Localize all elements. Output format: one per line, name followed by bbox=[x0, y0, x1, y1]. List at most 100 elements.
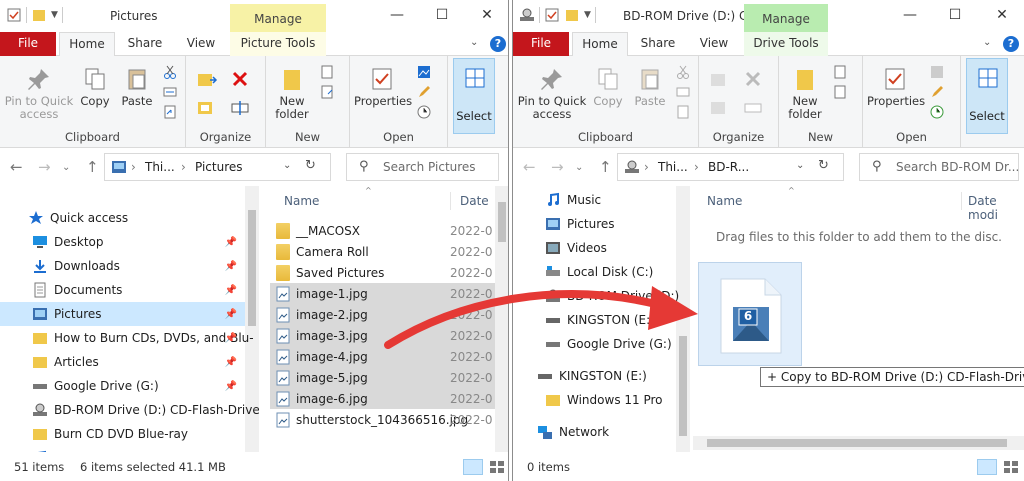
column-name[interactable]: Name bbox=[284, 194, 319, 208]
qat-dropdown-icon[interactable]: ▼ bbox=[51, 10, 58, 20]
history-icon[interactable] bbox=[929, 104, 945, 120]
tab-picture-tools[interactable]: Picture Tools bbox=[230, 32, 326, 56]
address-dropdown-icon[interactable]: ⌄ bbox=[283, 160, 291, 171]
move-to-icon[interactable] bbox=[196, 70, 218, 90]
pin-icon[interactable]: 📌 bbox=[225, 309, 237, 320]
large-icons-view-icon[interactable] bbox=[487, 459, 507, 475]
close-icon[interactable]: ✕ bbox=[478, 6, 496, 24]
properties-button[interactable]: Properties bbox=[867, 66, 925, 108]
copy-path-icon[interactable] bbox=[675, 84, 691, 100]
pin-to-quick-access-button[interactable]: Pin to Quick access bbox=[4, 66, 74, 121]
pin-icon[interactable]: 📌 bbox=[225, 285, 237, 296]
nav-item[interactable]: Google Drive (G:) 📌 bbox=[0, 374, 245, 398]
up-icon[interactable]: ↑ bbox=[599, 158, 612, 176]
cut-icon[interactable] bbox=[675, 64, 691, 80]
delete-icon[interactable] bbox=[743, 70, 765, 90]
new-folder-button[interactable]: New folder bbox=[785, 66, 825, 121]
file-row[interactable]: image-2.jpg 2022-0 bbox=[270, 304, 495, 325]
rename-icon[interactable] bbox=[743, 98, 765, 118]
forward-icon[interactable]: → bbox=[38, 158, 51, 176]
up-icon[interactable]: ↑ bbox=[86, 158, 99, 176]
easy-access-icon[interactable] bbox=[320, 84, 336, 100]
nav-item[interactable]: Videos bbox=[513, 236, 679, 260]
maximize-icon[interactable]: ☐ bbox=[433, 6, 451, 24]
tab-view[interactable]: View bbox=[176, 32, 226, 56]
properties-button[interactable]: Properties bbox=[354, 66, 412, 108]
delete-icon[interactable] bbox=[230, 70, 252, 90]
nav-item[interactable]: Music bbox=[513, 188, 679, 212]
manage-context-tab[interactable]: Manage bbox=[230, 4, 326, 32]
nav-item[interactable]: KINGSTON (E:) bbox=[513, 364, 679, 388]
help-icon[interactable]: ? bbox=[1003, 36, 1019, 52]
help-icon[interactable]: ? bbox=[490, 36, 506, 52]
minimize-icon[interactable]: — bbox=[901, 6, 919, 24]
address-dropdown-icon[interactable]: ⌄ bbox=[796, 160, 804, 171]
column-date[interactable]: Date bbox=[460, 194, 489, 208]
history-icon[interactable] bbox=[416, 104, 432, 120]
copy-to-icon[interactable] bbox=[196, 98, 218, 118]
open-icon[interactable] bbox=[929, 64, 945, 80]
details-view-icon[interactable] bbox=[977, 459, 997, 475]
select-button[interactable]: Select bbox=[966, 58, 1008, 134]
tab-drive-tools[interactable]: Drive Tools bbox=[744, 32, 828, 56]
recent-locations-icon[interactable]: ⌄ bbox=[62, 162, 70, 173]
select-button[interactable]: Select bbox=[453, 58, 495, 134]
close-icon[interactable]: ✕ bbox=[993, 6, 1011, 24]
crumb-this-pc[interactable]: Thi... bbox=[658, 160, 688, 174]
nav-item[interactable]: Music bbox=[0, 446, 245, 452]
tab-share[interactable]: Share bbox=[633, 32, 683, 56]
horizontal-scrollbar[interactable] bbox=[693, 436, 1024, 450]
tab-view[interactable]: View bbox=[689, 32, 739, 56]
details-view-icon[interactable] bbox=[463, 459, 483, 475]
nav-item[interactable]: BD-ROM Drive (D:) CD-Flash-Drive bbox=[0, 398, 259, 422]
nav-item[interactable]: KINGSTON (E:) bbox=[513, 308, 679, 332]
file-row[interactable]: shutterstock_104366516.jpg 2022-0 bbox=[270, 409, 495, 430]
refresh-icon[interactable]: ↻ bbox=[305, 158, 316, 173]
file-row[interactable]: image-6.jpg 2022-0 bbox=[270, 388, 495, 409]
nav-item[interactable]: BD-ROM Drive (D:) bbox=[513, 284, 679, 308]
large-icons-view-icon[interactable] bbox=[1001, 459, 1021, 475]
nav-item[interactable]: Desktop 📌 bbox=[0, 230, 245, 254]
nav-item[interactable]: Burn CD DVD Blue-ray bbox=[0, 422, 245, 446]
pin-icon[interactable]: 📌 bbox=[225, 357, 237, 368]
tab-home[interactable]: Home bbox=[572, 32, 628, 57]
tab-share[interactable]: Share bbox=[120, 32, 170, 56]
copy-path-icon[interactable] bbox=[162, 84, 178, 100]
tab-home[interactable]: Home bbox=[59, 32, 115, 57]
new-item-icon[interactable] bbox=[833, 64, 849, 80]
properties-icon[interactable] bbox=[6, 7, 22, 23]
rename-icon[interactable] bbox=[230, 98, 252, 118]
tab-file[interactable]: File bbox=[513, 32, 569, 56]
back-icon[interactable]: ← bbox=[523, 158, 536, 176]
paste-shortcut-icon[interactable] bbox=[675, 104, 691, 120]
file-row[interactable]: __MACOSX 2022-0 bbox=[270, 220, 495, 241]
file-scrollbar[interactable] bbox=[495, 186, 508, 452]
tab-file[interactable]: File bbox=[0, 32, 56, 56]
paste-shortcut-icon[interactable] bbox=[162, 104, 178, 120]
pin-to-quick-access-button[interactable]: Pin to Quick access bbox=[517, 66, 587, 121]
refresh-icon[interactable]: ↻ bbox=[818, 158, 829, 173]
file-row[interactable]: image-5.jpg 2022-0 bbox=[270, 367, 495, 388]
nav-item[interactable]: Downloads 📌 bbox=[0, 254, 245, 278]
column-date[interactable]: Date modi bbox=[968, 194, 1024, 222]
nav-item[interactable]: Network bbox=[513, 420, 679, 444]
forward-icon[interactable]: → bbox=[551, 158, 564, 176]
paste-button[interactable]: Paste bbox=[631, 66, 669, 108]
pin-icon[interactable]: 📌 bbox=[225, 381, 237, 392]
nav-item[interactable]: Google Drive (G:) bbox=[513, 332, 679, 356]
maximize-icon[interactable]: ☐ bbox=[946, 6, 964, 24]
minimize-icon[interactable]: — bbox=[388, 6, 406, 24]
copy-button[interactable]: Copy bbox=[589, 66, 627, 108]
recent-locations-icon[interactable]: ⌄ bbox=[575, 162, 583, 173]
folder-icon[interactable] bbox=[564, 7, 580, 23]
nav-item[interactable]: Quick access bbox=[0, 206, 245, 230]
column-name[interactable]: Name bbox=[707, 194, 742, 208]
new-item-icon[interactable] bbox=[320, 64, 336, 80]
easy-access-icon[interactable] bbox=[833, 84, 849, 100]
nav-item[interactable]: Pictures bbox=[513, 212, 679, 236]
chevron-down-icon[interactable]: ⌄ bbox=[470, 37, 478, 48]
chevron-down-icon[interactable]: ⌄ bbox=[983, 37, 991, 48]
move-to-icon[interactable] bbox=[709, 70, 731, 90]
manage-context-tab[interactable]: Manage bbox=[744, 4, 828, 32]
address-bar[interactable]: › Thi... › BD-R... ⌄ ↻ bbox=[617, 153, 844, 181]
